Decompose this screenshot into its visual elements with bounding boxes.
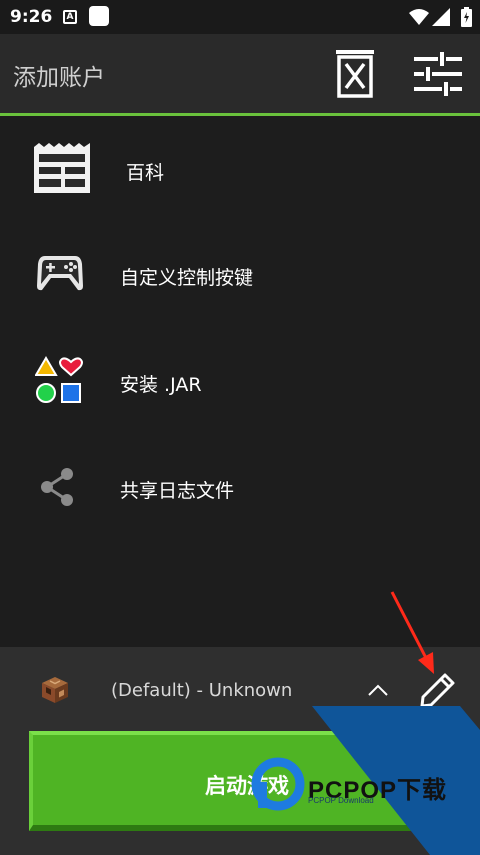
battery-icon (461, 7, 472, 27)
edit-pencil-icon[interactable] (418, 670, 458, 710)
notification-square-icon (89, 6, 109, 26)
menu-item-label: 自定义控制按键 (120, 267, 254, 289)
toolbar-title[interactable]: 添加账户 (13, 58, 105, 92)
delete-profile-icon[interactable] (334, 50, 376, 98)
status-bar: 9:26 A (0, 0, 480, 34)
wiki-icon (34, 143, 90, 193)
annotation-arrow (390, 591, 434, 674)
menu-item-install-jar[interactable]: 安装 .JAR (0, 338, 480, 424)
toolbar-divider (0, 113, 480, 116)
status-time: 9:26 (10, 7, 53, 27)
a-box-icon: A (63, 10, 77, 24)
menu-item-label: 百科 (126, 162, 165, 184)
share-icon (41, 468, 73, 506)
menu-item-label: 共享日志文件 (120, 480, 235, 502)
chevron-up-icon[interactable] (368, 684, 388, 696)
watermark-subtext: PCPOP Download (308, 796, 374, 805)
shapes-icon (35, 356, 83, 403)
tune-sliders-icon[interactable] (414, 52, 462, 96)
menu-item-wiki[interactable]: 百科 (0, 127, 480, 213)
profile-selector[interactable]: (Default) - Unknown (111, 680, 292, 701)
wifi-icon (409, 9, 429, 25)
crafting-table-icon[interactable] (40, 675, 70, 705)
menu-item-share-log[interactable]: 共享日志文件 (0, 444, 480, 530)
signal-icon (432, 8, 450, 26)
menu-item-custom-controls[interactable]: 自定义控制按键 (0, 232, 480, 318)
menu-item-label: 安装 .JAR (120, 374, 202, 396)
gamepad-icon (37, 256, 83, 291)
app-toolbar: 添加账户 (0, 34, 480, 113)
launch-button-label: 启动游戏 (205, 774, 289, 798)
